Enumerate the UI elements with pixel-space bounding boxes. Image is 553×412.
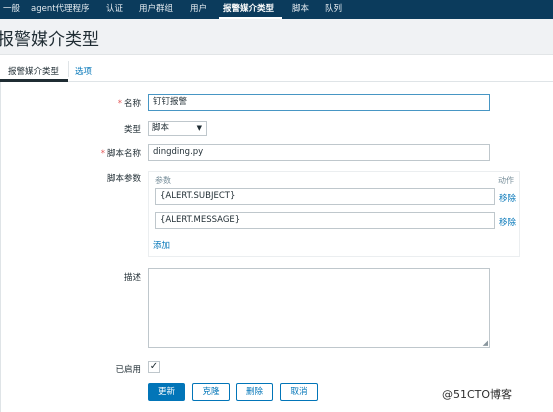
page-title: 报警媒介类型 [0, 30, 99, 50]
nav-item-scripts[interactable]: 脚本 [292, 0, 309, 19]
nav-item-user-groups[interactable]: 用户群组 [139, 0, 173, 19]
action-column-header: 动作 [498, 176, 514, 185]
nav-item-agent-proxy[interactable]: agent代理程序 [31, 0, 90, 19]
tab-bar: 报警媒介类型 选项 [0, 55, 553, 82]
remove-param-link[interactable]: 移除 [499, 216, 516, 228]
enabled-checkbox[interactable]: ✓ [148, 361, 160, 373]
script-name-input[interactable]: dingding.py [148, 144, 490, 161]
top-navigation: 一般 agent代理程序 认证 用户群组 用户 报警媒介类型 脚本 队列 [0, 0, 553, 19]
resize-handle-icon[interactable]: ◢ [483, 339, 488, 347]
param-input[interactable]: {ALERT.SUBJECT} [155, 188, 495, 205]
param-input[interactable]: {ALERT.MESSAGE} [155, 212, 495, 229]
nav-item-queue[interactable]: 队列 [325, 0, 342, 19]
tab-divider [68, 61, 69, 77]
type-label: 类型 [123, 125, 141, 135]
clone-button[interactable]: 克隆 [192, 383, 230, 401]
update-button[interactable]: 更新 [148, 383, 185, 401]
nav-item-users[interactable]: 用户 [190, 0, 207, 19]
watermark: @51CTO博客 [442, 388, 513, 401]
title-bar: 报警媒介类型 [0, 19, 553, 55]
delete-button[interactable]: 删除 [236, 383, 273, 401]
add-param-link[interactable]: 添加 [153, 239, 170, 251]
caret-down-icon: ▼ [196, 124, 202, 132]
enabled-label: 已启用 [115, 365, 141, 375]
nav-item-general[interactable]: 一般 [3, 0, 20, 19]
tab-options[interactable]: 选项 [75, 65, 92, 77]
description-label: 描述 [123, 273, 141, 283]
type-select-value: 脚本 [152, 123, 170, 133]
description-textarea[interactable]: ◢ [148, 268, 490, 348]
checkmark-icon: ✓ [149, 361, 159, 372]
required-marker: * [100, 149, 105, 159]
script-name-label: * 脚本名称 [100, 149, 141, 159]
script-params-table: 参数 动作 {ALERT.SUBJECT} 移除 {ALERT.MESSAGE}… [148, 171, 520, 257]
required-marker: * [117, 99, 122, 109]
script-params-label: 脚本参数 [106, 174, 141, 184]
params-column-header: 参数 [155, 176, 171, 185]
cancel-button[interactable]: 取消 [280, 383, 318, 401]
tab-media-type[interactable]: 报警媒介类型 [8, 65, 59, 77]
remove-param-link[interactable]: 移除 [499, 192, 516, 204]
name-label: * 名称 [117, 99, 141, 109]
nav-item-authentication[interactable]: 认证 [106, 0, 123, 19]
type-select[interactable]: 脚本 ▼ [148, 121, 207, 136]
name-input[interactable]: 钉钉报警 [148, 94, 490, 111]
